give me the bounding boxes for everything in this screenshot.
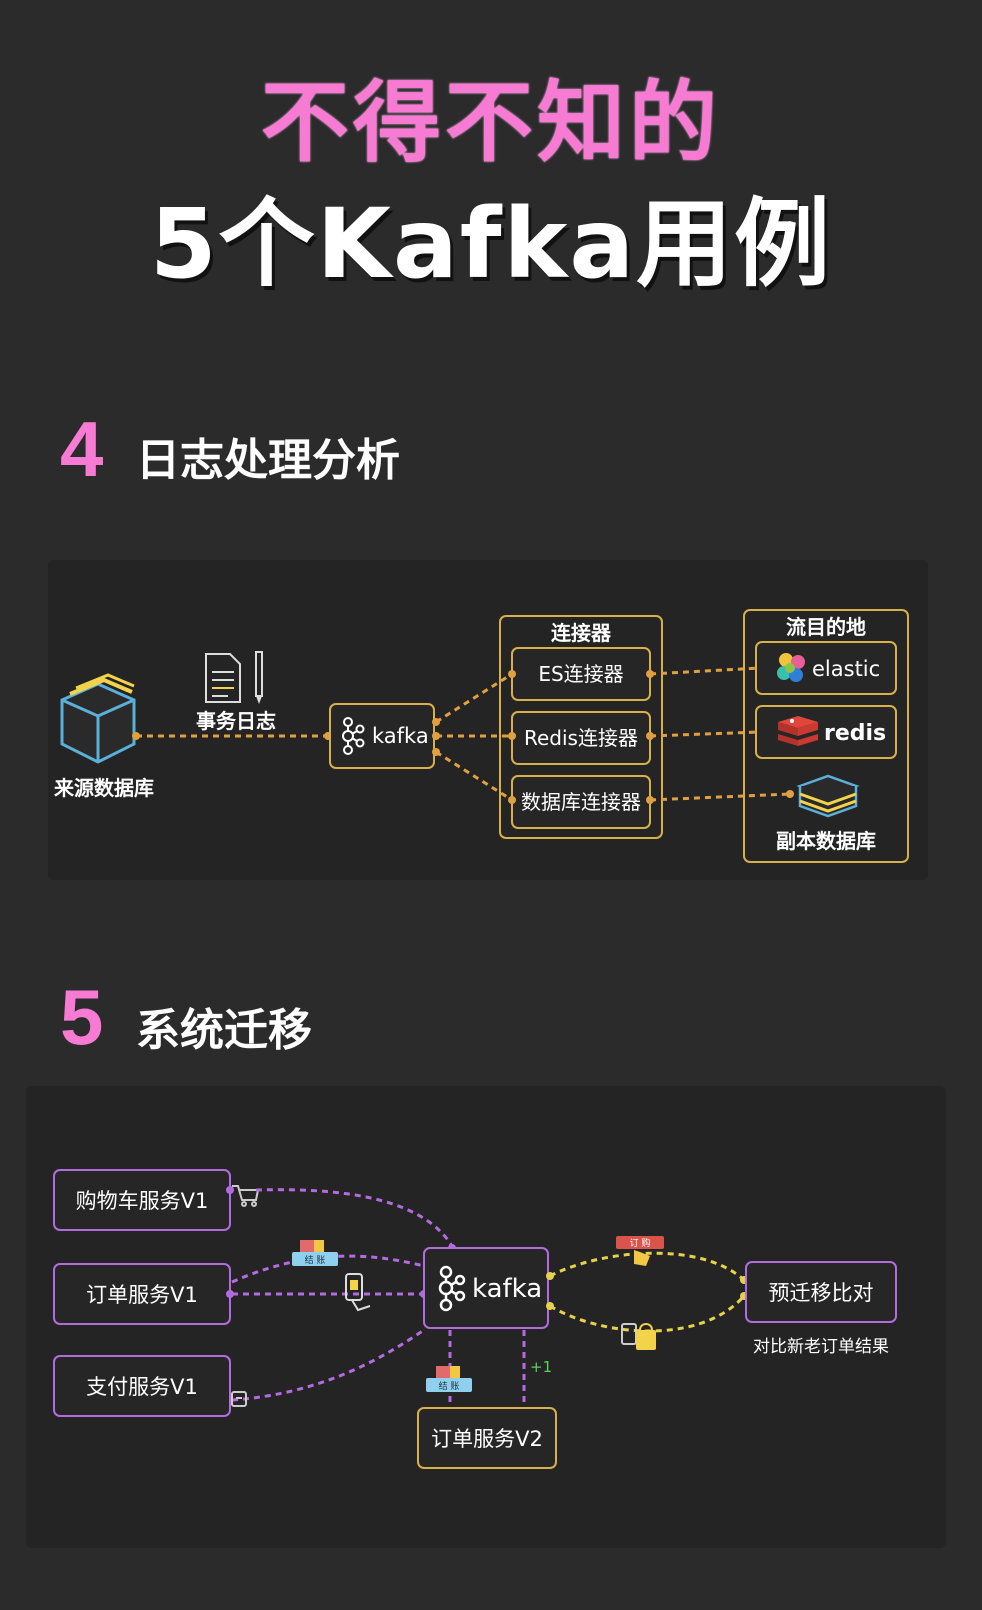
checkout-tag-label-1: 结 账 xyxy=(305,1254,326,1266)
checkout-tag-label-2: 结 账 xyxy=(439,1380,460,1392)
order-tag-label: 订 购 xyxy=(630,1237,651,1249)
payment-service-v1-label: 支付服务V1 xyxy=(86,1375,198,1399)
cart-service-v1-label: 购物车服务V1 xyxy=(76,1189,209,1213)
system-migration-diagram: 购物车服务V1 订单服务V1 支付服务V1 结 账 kafka 结 账 +1 订… xyxy=(53,1169,897,1469)
shopping-bag-icon xyxy=(621,1323,656,1350)
pre-migration-compare-label: 预迁移比对 xyxy=(769,1281,874,1305)
plus-one-label: +1 xyxy=(530,1358,552,1376)
shopping-cart-icon xyxy=(232,1185,260,1207)
migration-kafka-label: kafka xyxy=(472,1274,542,1304)
compare-caption: 对比新老订单结果 xyxy=(753,1337,889,1357)
order-service-v1-label: 订单服务V1 xyxy=(86,1283,198,1307)
order-service-v2-label: 订单服务V2 xyxy=(431,1427,543,1451)
phone-tap-icon xyxy=(345,1273,371,1312)
